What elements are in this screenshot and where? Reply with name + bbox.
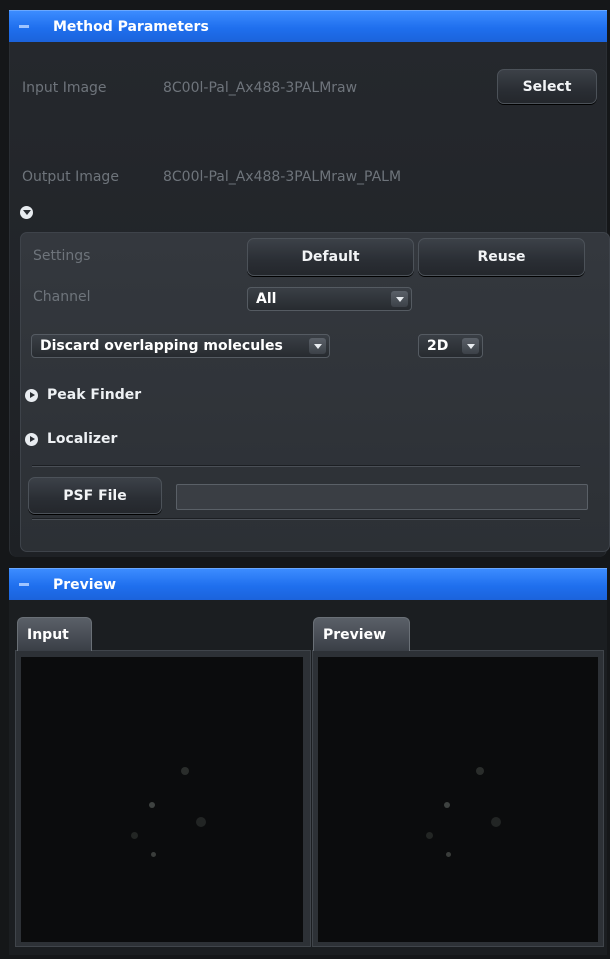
input-image-view[interactable] <box>21 657 303 942</box>
channel-label: Channel <box>33 289 91 305</box>
psf-file-field[interactable] <box>176 484 588 510</box>
image-spot <box>131 832 138 839</box>
localizer-label: Localizer <box>47 431 118 447</box>
peak-finder-expander[interactable]: Peak Finder <box>25 387 141 403</box>
output-image-value: 8C00l-Pal_Ax488-3PALMraw_PALM <box>163 169 402 185</box>
settings-collapse-icon[interactable] <box>20 206 33 219</box>
image-spot <box>444 802 450 808</box>
image-spot <box>426 832 433 839</box>
method-parameters-title: Method Parameters <box>53 18 209 35</box>
settings-label: Settings <box>33 248 91 264</box>
chevron-down-icon[interactable] <box>462 338 479 354</box>
tab-preview[interactable]: Preview <box>313 617 410 651</box>
localizer-expander[interactable]: Localizer <box>25 431 117 447</box>
default-button[interactable]: Default <box>247 238 414 276</box>
chevron-down-icon[interactable] <box>309 338 326 354</box>
select-button[interactable]: Select <box>497 69 597 104</box>
discard-mode-value: Discard overlapping molecules <box>40 338 283 354</box>
input-image-label: Input Image <box>22 80 107 96</box>
dimension-dropdown[interactable]: 2D <box>418 334 483 358</box>
preview-title: Preview <box>53 576 117 593</box>
image-spot <box>149 802 155 808</box>
psf-file-button[interactable]: PSF File <box>28 477 162 514</box>
output-image-label: Output Image <box>22 169 119 185</box>
channel-dropdown[interactable]: All <box>247 287 412 311</box>
image-spot <box>446 852 451 857</box>
preview-image-view[interactable] <box>318 657 598 942</box>
dimension-value: 2D <box>427 338 449 354</box>
peak-finder-label: Peak Finder <box>47 387 142 403</box>
image-spot <box>151 852 156 857</box>
reuse-button[interactable]: Reuse <box>418 238 585 276</box>
tab-input[interactable]: Input <box>17 617 92 651</box>
image-spot <box>476 767 484 775</box>
discard-mode-dropdown[interactable]: Discard overlapping molecules <box>31 334 330 358</box>
image-spot <box>181 767 189 775</box>
input-image-value: 8C00l-Pal_Ax488-3PALMraw <box>163 80 358 96</box>
collapse-icon[interactable] <box>19 583 29 586</box>
chevron-down-icon[interactable] <box>391 291 408 307</box>
expand-arrow-icon <box>25 432 38 446</box>
divider <box>32 518 580 520</box>
method-parameters-header[interactable]: Method Parameters <box>9 10 607 42</box>
collapse-icon[interactable] <box>19 25 29 28</box>
expand-arrow-icon <box>25 388 38 402</box>
preview-header[interactable]: Preview <box>9 568 607 600</box>
divider <box>32 465 580 467</box>
image-spot <box>196 817 206 827</box>
image-spot <box>491 817 501 827</box>
channel-value: All <box>256 291 277 307</box>
